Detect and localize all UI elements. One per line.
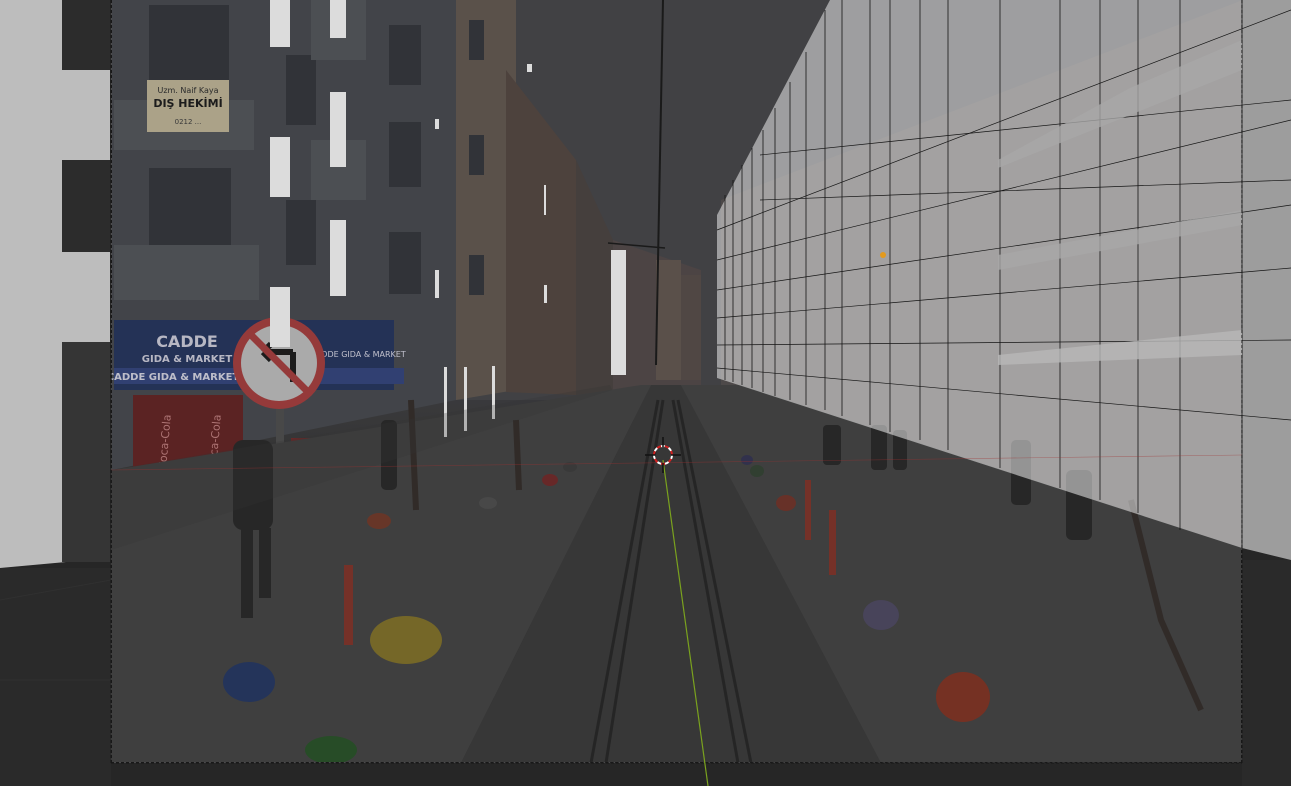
reference-image: Uzm. Naif Kaya DIŞ HEKİMİ 0212 ... CADDE… [112, 0, 1241, 762]
left-building-notch [62, 342, 110, 562]
3d-cursor-icon[interactable] [643, 435, 683, 475]
3d-viewport[interactable]: Uzm. Naif Kaya DIŞ HEKİMİ 0212 ... CADDE… [0, 0, 1291, 786]
right-building-mesh-edge [1242, 0, 1291, 560]
camera-frame: Uzm. Naif Kaya DIŞ HEKİMİ 0212 ... CADDE… [111, 0, 1242, 763]
left-building-notch [62, 0, 110, 70]
left-building-notch [62, 160, 110, 252]
